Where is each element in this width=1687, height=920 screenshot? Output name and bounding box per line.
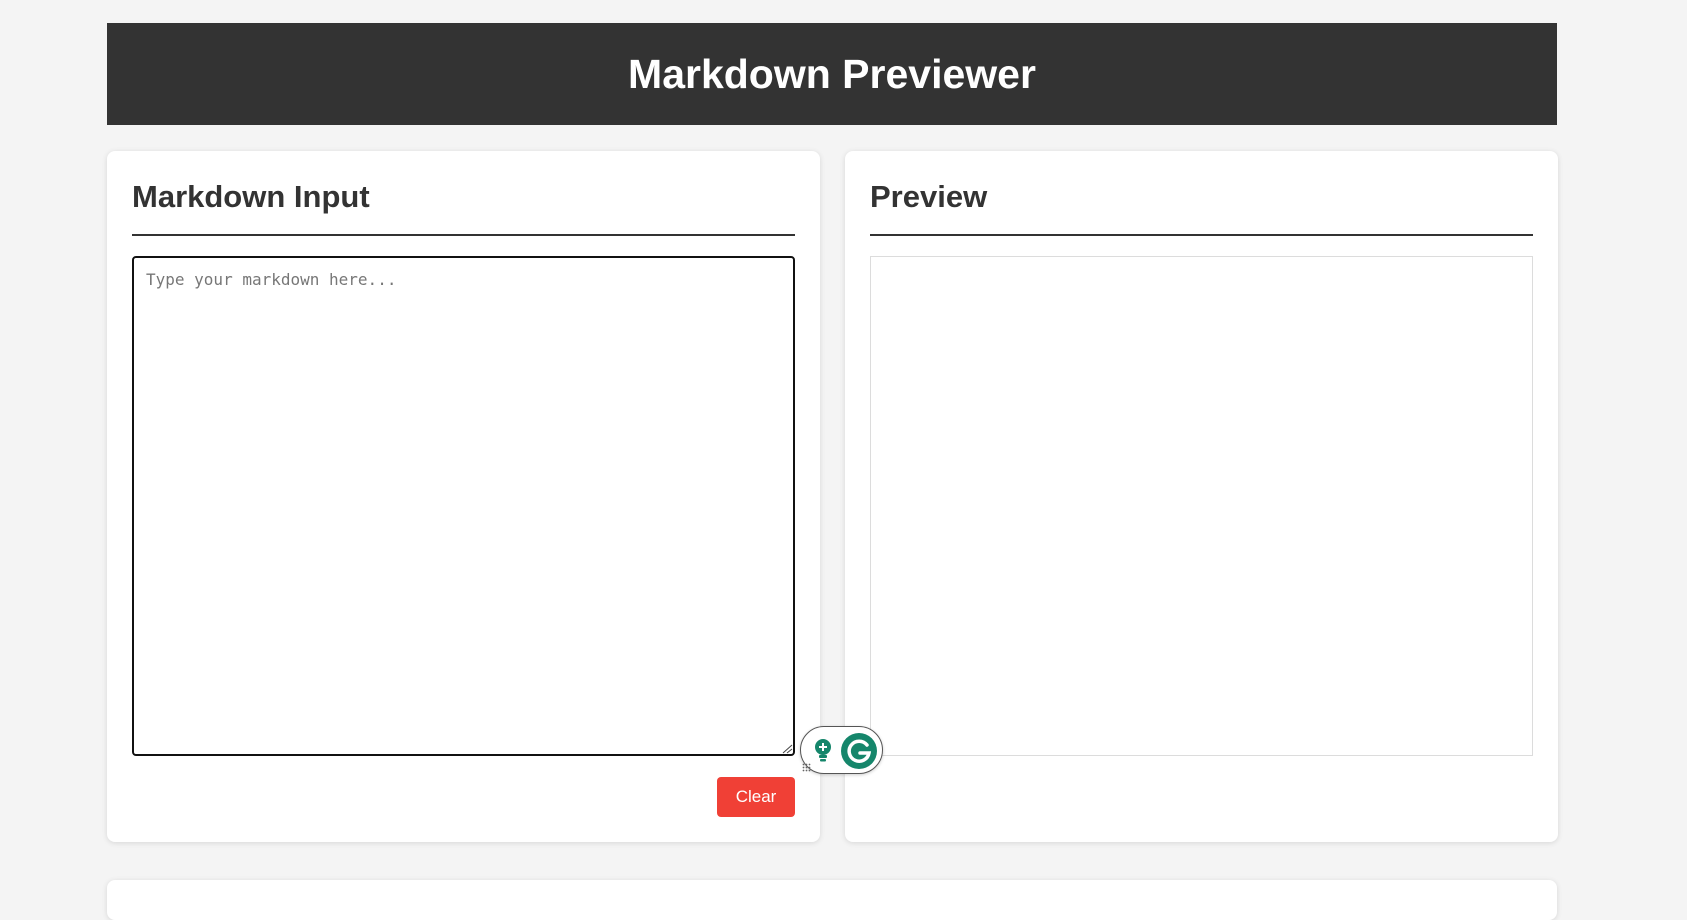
preview-panel-divider	[870, 234, 1533, 236]
markdown-input-panel: Markdown Input Clear	[107, 151, 820, 842]
input-panel-title: Markdown Input	[132, 179, 370, 214]
app-header: Markdown Previewer	[107, 23, 1557, 125]
grammarly-widget[interactable]	[800, 726, 883, 774]
grammarly-g-icon[interactable]	[841, 733, 877, 769]
lightbulb-icon[interactable]	[813, 738, 833, 764]
preview-panel: Preview	[845, 151, 1558, 842]
preview-panel-title: Preview	[870, 179, 988, 214]
markdown-textarea[interactable]	[132, 256, 795, 756]
resize-grip-icon[interactable]	[781, 743, 793, 754]
preview-output	[870, 256, 1533, 756]
page-title: Markdown Previewer	[628, 50, 1036, 97]
input-panel-divider	[132, 234, 795, 236]
drag-handle-icon[interactable]	[802, 763, 811, 772]
bottom-panel	[107, 880, 1557, 920]
clear-button[interactable]: Clear	[717, 777, 795, 817]
